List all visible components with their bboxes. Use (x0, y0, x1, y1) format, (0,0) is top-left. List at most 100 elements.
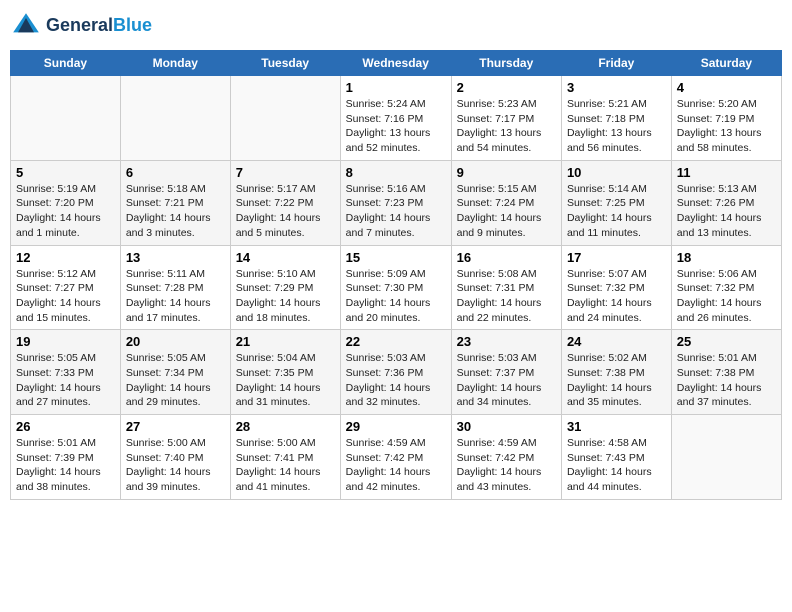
day-info: Sunrise: 4:58 AM Sunset: 7:43 PM Dayligh… (567, 436, 666, 495)
page-header: GeneralBlue (10, 10, 782, 42)
calendar-cell: 29 Sunrise: 4:59 AM Sunset: 7:42 PM Dayli… (340, 415, 451, 500)
day-info: Sunrise: 5:02 AM Sunset: 7:38 PM Dayligh… (567, 351, 666, 410)
day-info: Sunrise: 5:07 AM Sunset: 7:32 PM Dayligh… (567, 267, 666, 326)
day-number: 27 (126, 419, 225, 434)
calendar-cell: 24 Sunrise: 5:02 AM Sunset: 7:38 PM Dayli… (561, 330, 671, 415)
logo-text: GeneralBlue (46, 16, 152, 36)
day-number: 23 (457, 334, 556, 349)
day-info: Sunrise: 5:06 AM Sunset: 7:32 PM Dayligh… (677, 267, 776, 326)
calendar-cell: 14 Sunrise: 5:10 AM Sunset: 7:29 PM Dayli… (230, 245, 340, 330)
day-number: 26 (16, 419, 115, 434)
calendar-header-wednesday: Wednesday (340, 51, 451, 76)
calendar-header-friday: Friday (561, 51, 671, 76)
day-info: Sunrise: 4:59 AM Sunset: 7:42 PM Dayligh… (346, 436, 446, 495)
day-number: 16 (457, 250, 556, 265)
calendar-cell: 15 Sunrise: 5:09 AM Sunset: 7:30 PM Dayli… (340, 245, 451, 330)
day-number: 11 (677, 165, 776, 180)
day-info: Sunrise: 5:01 AM Sunset: 7:38 PM Dayligh… (677, 351, 776, 410)
calendar-cell: 1Sunrise: 5:24 AM Sunset: 7:16 PM Daylig… (340, 76, 451, 161)
day-info: Sunrise: 5:18 AM Sunset: 7:21 PM Dayligh… (126, 182, 225, 241)
calendar-cell: 28Sunrise: 5:00 AM Sunset: 7:41 PM Dayli… (230, 415, 340, 500)
calendar-cell: 12 Sunrise: 5:12 AM Sunset: 7:27 PM Dayli… (11, 245, 121, 330)
day-info: Sunrise: 5:05 AM Sunset: 7:33 PM Dayligh… (16, 351, 115, 410)
logo: GeneralBlue (10, 10, 152, 42)
day-info: Sunrise: 4:59 AM Sunset: 7:42 PM Dayligh… (457, 436, 556, 495)
calendar-cell: 18 Sunrise: 5:06 AM Sunset: 7:32 PM Dayli… (671, 245, 781, 330)
day-number: 8 (346, 165, 446, 180)
day-info: Sunrise: 5:03 AM Sunset: 7:37 PM Dayligh… (457, 351, 556, 410)
day-number: 6 (126, 165, 225, 180)
calendar-cell: 13Sunrise: 5:11 AM Sunset: 7:28 PM Dayli… (120, 245, 230, 330)
calendar-cell: 5 Sunrise: 5:19 AM Sunset: 7:20 PM Daylig… (11, 160, 121, 245)
day-info: Sunrise: 5:19 AM Sunset: 7:20 PM Dayligh… (16, 182, 115, 241)
calendar-cell: 30 Sunrise: 4:59 AM Sunset: 7:42 PM Dayli… (451, 415, 561, 500)
calendar-week-row: 26 Sunrise: 5:01 AM Sunset: 7:39 PM Dayli… (11, 415, 782, 500)
day-number: 14 (236, 250, 335, 265)
day-info: Sunrise: 5:04 AM Sunset: 7:35 PM Dayligh… (236, 351, 335, 410)
day-info: Sunrise: 5:10 AM Sunset: 7:29 PM Dayligh… (236, 267, 335, 326)
day-number: 15 (346, 250, 446, 265)
calendar-cell (120, 76, 230, 161)
day-info: Sunrise: 5:12 AM Sunset: 7:27 PM Dayligh… (16, 267, 115, 326)
day-number: 19 (16, 334, 115, 349)
day-number: 18 (677, 250, 776, 265)
calendar-cell: 7 Sunrise: 5:17 AM Sunset: 7:22 PM Daylig… (230, 160, 340, 245)
calendar-week-row: 1Sunrise: 5:24 AM Sunset: 7:16 PM Daylig… (11, 76, 782, 161)
calendar-week-row: 12 Sunrise: 5:12 AM Sunset: 7:27 PM Dayli… (11, 245, 782, 330)
day-info: Sunrise: 5:21 AM Sunset: 7:18 PM Dayligh… (567, 97, 666, 156)
calendar-header-saturday: Saturday (671, 51, 781, 76)
calendar-cell: 16 Sunrise: 5:08 AM Sunset: 7:31 PM Dayli… (451, 245, 561, 330)
day-number: 17 (567, 250, 666, 265)
calendar-cell: 2Sunrise: 5:23 AM Sunset: 7:17 PM Daylig… (451, 76, 561, 161)
day-number: 12 (16, 250, 115, 265)
calendar-cell: 4 Sunrise: 5:20 AM Sunset: 7:19 PM Daylig… (671, 76, 781, 161)
day-number: 7 (236, 165, 335, 180)
day-number: 5 (16, 165, 115, 180)
day-number: 28 (236, 419, 335, 434)
day-info: Sunrise: 5:20 AM Sunset: 7:19 PM Dayligh… (677, 97, 776, 156)
day-number: 10 (567, 165, 666, 180)
day-number: 24 (567, 334, 666, 349)
day-info: Sunrise: 5:09 AM Sunset: 7:30 PM Dayligh… (346, 267, 446, 326)
calendar-week-row: 19 Sunrise: 5:05 AM Sunset: 7:33 PM Dayli… (11, 330, 782, 415)
day-number: 13 (126, 250, 225, 265)
calendar-cell: 26 Sunrise: 5:01 AM Sunset: 7:39 PM Dayli… (11, 415, 121, 500)
day-number: 31 (567, 419, 666, 434)
day-number: 3 (567, 80, 666, 95)
day-number: 21 (236, 334, 335, 349)
day-number: 22 (346, 334, 446, 349)
day-number: 9 (457, 165, 556, 180)
calendar-header-thursday: Thursday (451, 51, 561, 76)
calendar-cell: 6 Sunrise: 5:18 AM Sunset: 7:21 PM Daylig… (120, 160, 230, 245)
day-info: Sunrise: 5:13 AM Sunset: 7:26 PM Dayligh… (677, 182, 776, 241)
calendar-cell: 9 Sunrise: 5:15 AM Sunset: 7:24 PM Daylig… (451, 160, 561, 245)
day-info: Sunrise: 5:08 AM Sunset: 7:31 PM Dayligh… (457, 267, 556, 326)
calendar-cell: 22 Sunrise: 5:03 AM Sunset: 7:36 PM Dayli… (340, 330, 451, 415)
calendar-cell: 25 Sunrise: 5:01 AM Sunset: 7:38 PM Dayli… (671, 330, 781, 415)
calendar-header-monday: Monday (120, 51, 230, 76)
calendar-header-row: SundayMondayTuesdayWednesdayThursdayFrid… (11, 51, 782, 76)
day-number: 29 (346, 419, 446, 434)
calendar-cell (671, 415, 781, 500)
day-number: 30 (457, 419, 556, 434)
day-info: Sunrise: 5:15 AM Sunset: 7:24 PM Dayligh… (457, 182, 556, 241)
calendar-cell: 17 Sunrise: 5:07 AM Sunset: 7:32 PM Dayli… (561, 245, 671, 330)
calendar-table: SundayMondayTuesdayWednesdayThursdayFrid… (10, 50, 782, 500)
calendar-cell: 27 Sunrise: 5:00 AM Sunset: 7:40 PM Dayli… (120, 415, 230, 500)
calendar-cell: 23 Sunrise: 5:03 AM Sunset: 7:37 PM Dayli… (451, 330, 561, 415)
day-info: Sunrise: 5:05 AM Sunset: 7:34 PM Dayligh… (126, 351, 225, 410)
day-number: 4 (677, 80, 776, 95)
day-info: Sunrise: 5:14 AM Sunset: 7:25 PM Dayligh… (567, 182, 666, 241)
calendar-cell: 8Sunrise: 5:16 AM Sunset: 7:23 PM Daylig… (340, 160, 451, 245)
calendar-cell: 3 Sunrise: 5:21 AM Sunset: 7:18 PM Daylig… (561, 76, 671, 161)
day-info: Sunrise: 5:01 AM Sunset: 7:39 PM Dayligh… (16, 436, 115, 495)
calendar-cell: 19 Sunrise: 5:05 AM Sunset: 7:33 PM Dayli… (11, 330, 121, 415)
day-info: Sunrise: 5:17 AM Sunset: 7:22 PM Dayligh… (236, 182, 335, 241)
calendar-cell: 20Sunrise: 5:05 AM Sunset: 7:34 PM Dayli… (120, 330, 230, 415)
day-info: Sunrise: 5:03 AM Sunset: 7:36 PM Dayligh… (346, 351, 446, 410)
day-number: 25 (677, 334, 776, 349)
calendar-cell: 10 Sunrise: 5:14 AM Sunset: 7:25 PM Dayli… (561, 160, 671, 245)
calendar-cell (11, 76, 121, 161)
day-info: Sunrise: 5:00 AM Sunset: 7:40 PM Dayligh… (126, 436, 225, 495)
day-number: 1 (346, 80, 446, 95)
